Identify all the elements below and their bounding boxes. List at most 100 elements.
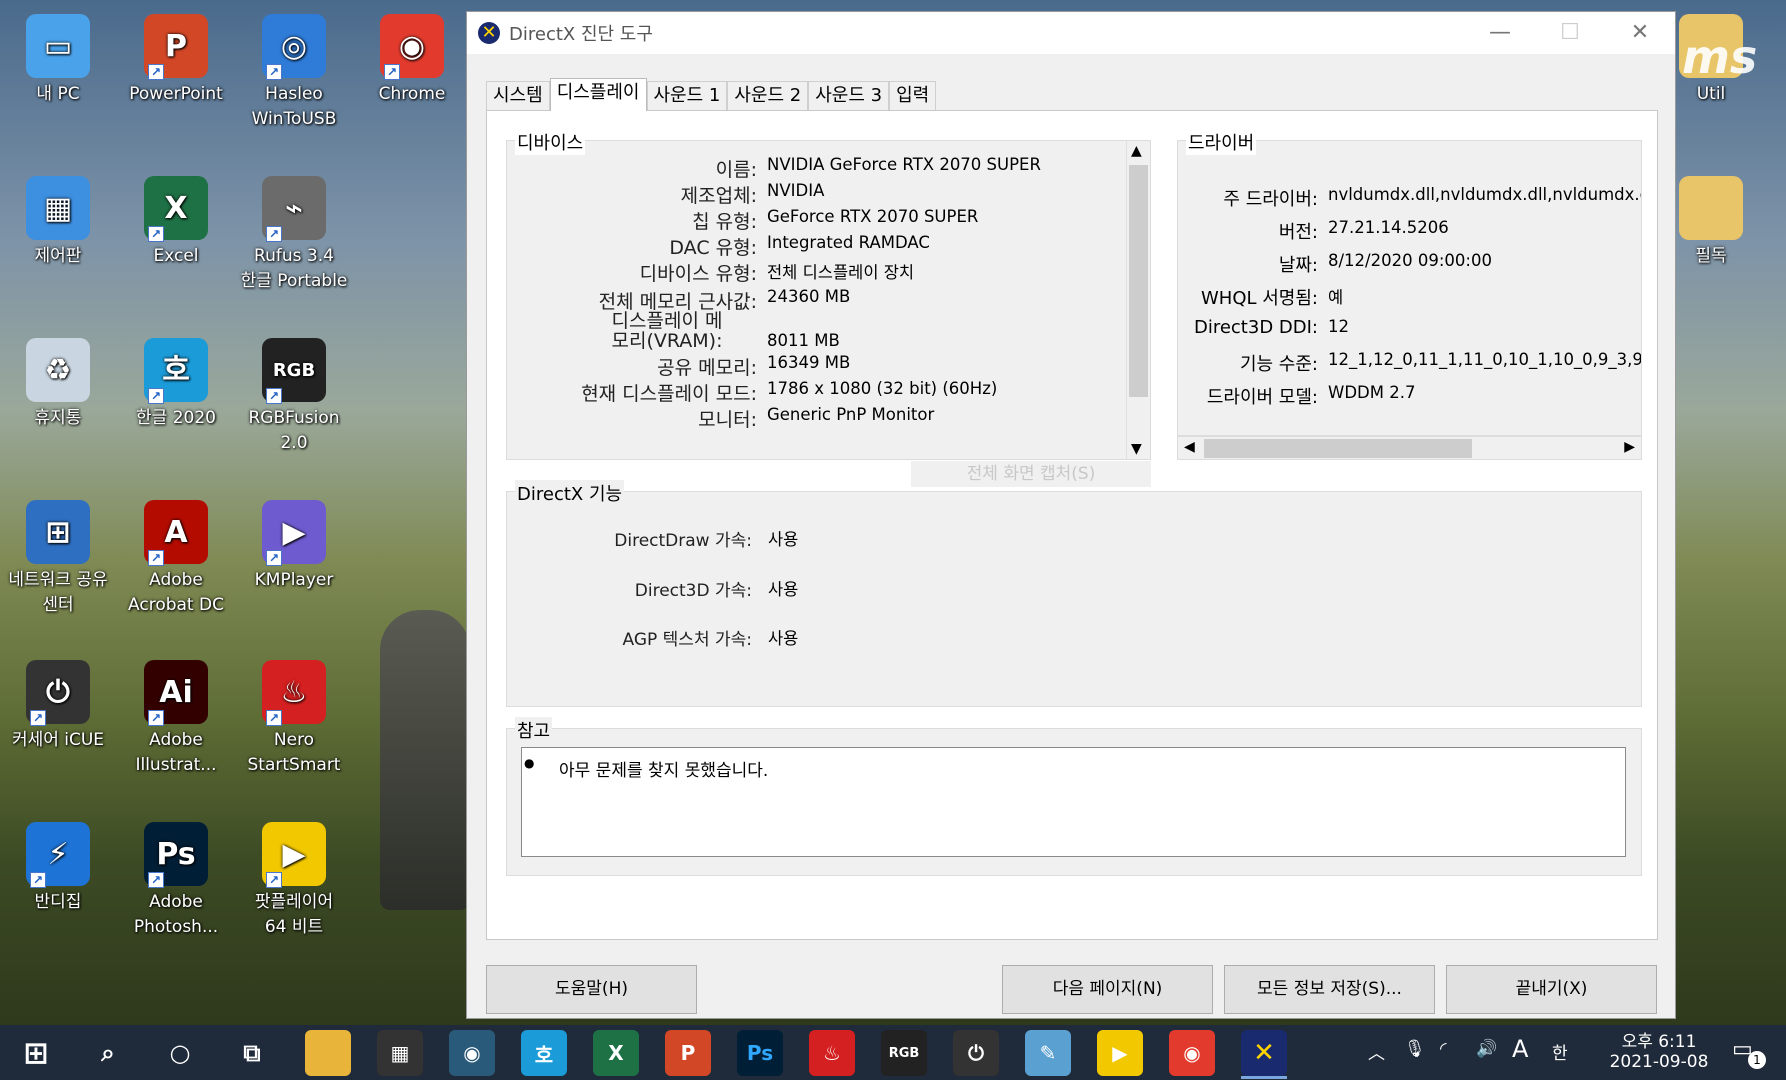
tab-sound-2[interactable]: 사운드 2 (727, 81, 809, 111)
illustrator-icon: Ai ↗ (144, 660, 208, 726)
task-view-icon[interactable]: ⧉ (229, 1030, 275, 1076)
desktop-icon[interactable]: A ↗ Adobe Acrobat DC (120, 496, 232, 618)
scroll-right-icon[interactable]: ▶ (1624, 439, 1635, 455)
feature-label: DirectDraw 가속: (614, 531, 752, 551)
device-field-label: 이름: (715, 159, 757, 181)
photoshop-taskbar-icon[interactable]: Ps (737, 1030, 783, 1076)
tab-sound-1[interactable]: 사운드 1 (646, 81, 728, 111)
driver-row: WHQL 서명됨: 예 (1178, 284, 1343, 310)
device-row: 디바이스 유형: 전체 디스플레이 장치 (507, 259, 914, 286)
desktop-icon-label: PowerPoint (129, 84, 223, 104)
desktop-icon[interactable]: ◎ ↗ Hasleo WinToUSB (238, 10, 350, 132)
desktop-icon[interactable]: X ↗ Excel (120, 172, 232, 269)
desktop-icon[interactable]: ▶ ↗ 팟플레이어 64 비트 (238, 818, 350, 940)
cortana-icon[interactable]: ○ (157, 1030, 203, 1076)
volume-icon[interactable]: 🔊 (1476, 1039, 1497, 1059)
file-explorer-icon[interactable] (305, 1030, 351, 1076)
microphone-icon[interactable]: 🎙 (1404, 1039, 1426, 1059)
desktop-icon[interactable]: ⚡ ↗ 반디집 (2, 818, 114, 915)
show-hidden-icons-icon[interactable]: ︿ (1368, 1039, 1385, 1064)
potplayer-icon: ▶ ↗ (262, 822, 326, 888)
icon-glyph: ⊞ (45, 514, 71, 550)
icon-glyph: P (165, 28, 187, 64)
help-button[interactable]: 도움말(H) (486, 965, 697, 1014)
directx-taskbar-icon[interactable]: ✕ (1241, 1030, 1287, 1076)
icon-glyph: ◎ (280, 28, 308, 64)
minimize-button[interactable]: — (1465, 12, 1535, 54)
chrome-taskbar-icon[interactable]: ◉ (1169, 1030, 1215, 1076)
desktop-icon[interactable]: ▦ 제어판 (2, 172, 114, 269)
driver-field-label: 드라이버 모델: (1206, 387, 1318, 408)
device-field-value: 24360 MB (767, 287, 851, 306)
tab-system[interactable]: 시스템 (486, 81, 550, 111)
desktop-icon-label: Hasleo WinToUSB (251, 84, 337, 129)
next-page-button[interactable]: 다음 페이지(N) (1002, 965, 1213, 1014)
tab-display[interactable]: 디스플레이 (549, 78, 647, 111)
desktop-icon[interactable]: ◉ ↗ Chrome (356, 10, 468, 107)
desktop-icon[interactable]: ♻ 휴지통 (2, 334, 114, 431)
driver-group: 드라이버 주 드라이버: nvldumdx.dll,nvldumdx.dll,nv… (1177, 129, 1642, 436)
shortcut-arrow-icon: ↗ (266, 872, 282, 888)
start-windows-icon[interactable]: ⊞ (13, 1030, 59, 1076)
tab-input[interactable]: 입력 (889, 81, 937, 111)
nero-taskbar-icon[interactable]: ♨ (809, 1030, 855, 1076)
notes-textbox[interactable]: ● 아무 문제를 찾지 못했습니다. (521, 747, 1626, 857)
desktop-icon[interactable]: P ↗ PowerPoint (120, 10, 232, 107)
driver-field-value: 12 (1328, 317, 1349, 336)
tab-sound-3[interactable]: 사운드 3 (808, 81, 890, 111)
remote-desktop-icon[interactable]: ◉ (449, 1030, 495, 1076)
scroll-left-icon[interactable]: ◀ (1184, 439, 1195, 455)
maximize-button[interactable]: ☐ (1535, 12, 1605, 54)
icon-glyph: ▶ (282, 514, 306, 550)
store-icon[interactable]: ▦ (377, 1030, 423, 1076)
desktop-icon-label: Adobe Photosh... (133, 892, 219, 937)
desktop-icon-label: Adobe Illustrat... (135, 730, 217, 775)
desktop-icon[interactable]: Ai ↗ Adobe Illustrat... (120, 656, 232, 778)
ime-indicator[interactable]: 한 (1552, 1039, 1568, 1064)
driver-info-list[interactable]: 주 드라이버: nvldumdx.dll,nvldumdx.dll,nvldumd… (1178, 141, 1641, 411)
h-scroll-thumb[interactable] (1204, 439, 1472, 458)
desktop-icon[interactable]: ⏻ ↗ 커세어 iCUE (2, 656, 114, 753)
close-button[interactable]: ✕ (1605, 12, 1675, 54)
notepad-taskbar-icon[interactable]: ✎ (1025, 1030, 1071, 1076)
shortcut-arrow-icon: ↗ (148, 710, 164, 726)
icue-taskbar-icon[interactable]: ⏻ (953, 1030, 999, 1076)
desktop-icon-label: 제어판 (34, 246, 82, 266)
driver-field-label: 날짜: (1278, 255, 1318, 276)
desktop-icon[interactable]: Ps ↗ Adobe Photosh... (120, 818, 232, 940)
scroll-up-icon[interactable]: ▲ (1131, 143, 1142, 159)
driver-h-scrollbar[interactable]: ◀ ▶ (1177, 436, 1642, 460)
driver-row: 드라이버 모델: WDDM 2.7 (1178, 383, 1416, 409)
potplayer-taskbar-icon[interactable]: ▶ (1097, 1030, 1143, 1076)
desktop-icon[interactable]: ⌁ ↗ Rufus 3.4 한글 Portable (238, 172, 350, 294)
desktop-icon[interactable]: 호 ↗ 한글 2020 (120, 334, 232, 431)
desktop-icon[interactable]: ♨ ↗ Nero StartSmart (238, 656, 350, 778)
clock-date[interactable]: 2021-09-08 (1600, 1052, 1718, 1072)
device-row: 모니터: Generic PnP Monitor (507, 405, 934, 432)
device-field-label: 공유 메모리: (657, 357, 757, 379)
hangul-taskbar-icon[interactable]: 호 (521, 1030, 567, 1076)
acrobat-icon: A ↗ (144, 500, 208, 566)
rgbfusion-taskbar-icon[interactable]: RGB (881, 1030, 927, 1076)
clock-time[interactable]: 오후 6:11 (1612, 1027, 1706, 1052)
desktop-icon[interactable]: RGB ↗ RGBFusion 2.0 (238, 334, 350, 456)
desktop-icon-label: KMPlayer (254, 570, 334, 590)
save-all-info-button[interactable]: 모든 정보 저장(S)... (1224, 965, 1435, 1014)
powerpoint-taskbar-icon[interactable]: P (665, 1030, 711, 1076)
exit-button[interactable]: 끝내기(X) (1446, 965, 1657, 1014)
search-icon[interactable]: ⌕ (85, 1030, 131, 1076)
excel-taskbar-icon[interactable]: X (593, 1030, 639, 1076)
shortcut-arrow-icon: ↗ (30, 710, 46, 726)
font-tray-icon[interactable]: A (1512, 1035, 1528, 1063)
desktop-icon[interactable]: ▭ 내 PC (2, 10, 114, 107)
icon-glyph: ⚡ (47, 836, 69, 872)
network-tray-icon[interactable]: ◜ (1440, 1039, 1447, 1059)
desktop-icon[interactable]: ▶ ↗ KMPlayer (238, 496, 350, 593)
desktop-icon[interactable]: ⊞ 네트워크 공유 센터 (2, 496, 114, 618)
rgbfusion-icon: RGB ↗ (262, 338, 326, 404)
title-bar[interactable]: ✕ DirectX 진단 도구 — ☐ ✕ (467, 12, 1675, 54)
device-scrollbar[interactable]: ▲ ▼ (1126, 141, 1150, 459)
scroll-thumb[interactable] (1129, 165, 1148, 397)
scroll-down-icon[interactable]: ▼ (1131, 441, 1142, 457)
driver-field-value: WDDM 2.7 (1328, 383, 1416, 402)
